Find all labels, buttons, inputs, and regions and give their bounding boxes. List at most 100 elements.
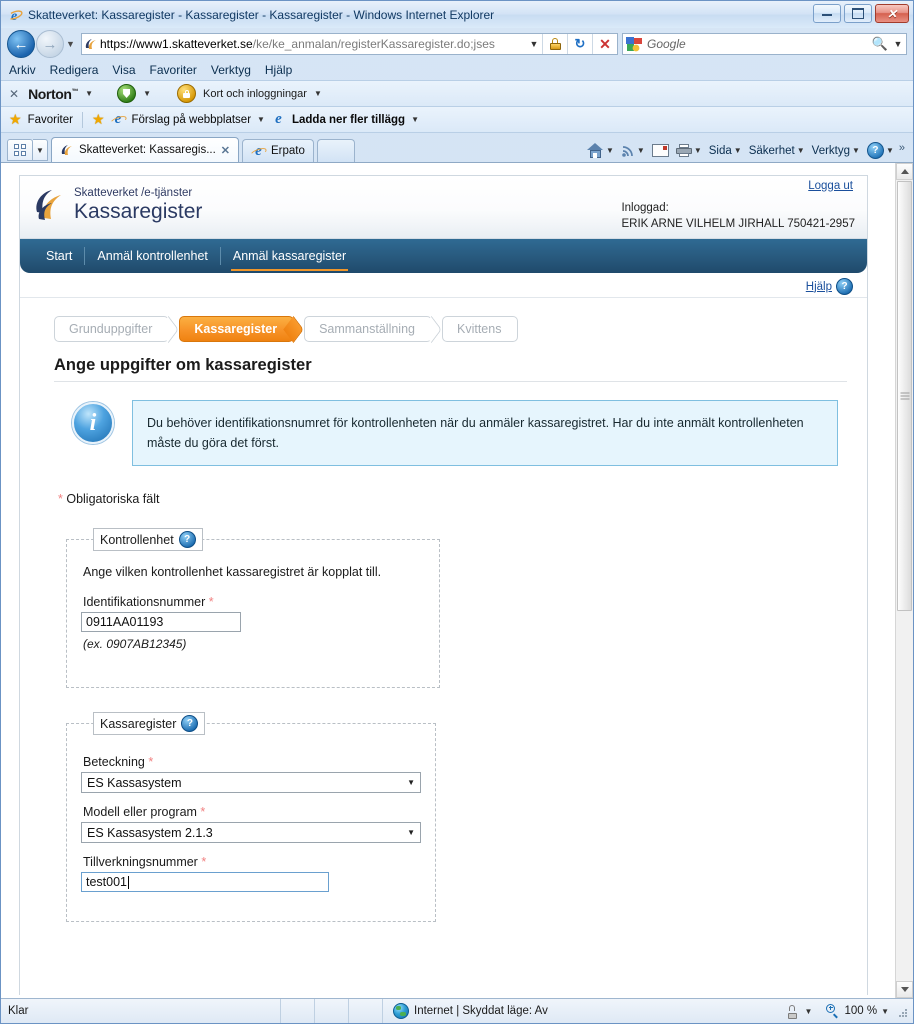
step-grunduppgifter[interactable]: Grunduppgifter (54, 315, 180, 344)
protected-mode-caret[interactable]: ▼ (805, 1007, 813, 1016)
navigation-bar: ← → ▼ https://www1.skatteverket.se/ke/ke… (1, 28, 913, 60)
help-question-icon[interactable]: ? (836, 278, 853, 295)
norton-close-icon[interactable]: ✕ (9, 87, 19, 101)
tab-erpato[interactable]: Erpato (242, 139, 314, 162)
maximize-button[interactable] (844, 4, 872, 23)
menu-item-arkiv[interactable]: Arkiv (9, 63, 36, 77)
tab-skatteverket[interactable]: Skatteverket: Kassaregis... ✕ (51, 137, 240, 162)
step-sammanstallning[interactable]: Sammanställning (304, 315, 442, 344)
ssl-lock-button[interactable] (542, 34, 567, 54)
logged-in-user: ERIK ARNE VILHELM JIRHALL 750421-2957 (621, 218, 855, 230)
logged-in-info: Inloggad: ERIK ARNE VILHELM JIRHALL 7504… (621, 200, 855, 232)
nav-item-anmal-kassaregister[interactable]: Anmäl kassaregister (219, 247, 358, 271)
command-bar: ▼ ▼ ▼ Sida ▼ Säkerhet ▼ Verktyg ▼ ? ▼ » (585, 142, 905, 159)
zoom-icon[interactable] (826, 1004, 840, 1019)
nav-item-anmal-kontrollenhet[interactable]: Anmäl kontrollenhet (84, 247, 219, 265)
read-mail-button[interactable] (650, 144, 671, 157)
protected-mode-icon[interactable] (784, 1004, 801, 1019)
norton-menu-caret[interactable]: ▼ (85, 89, 93, 98)
step-kvittens[interactable]: Kvittens (441, 316, 519, 342)
search-box[interactable]: Google 🔍 ▼ (622, 33, 907, 55)
help-question-icon[interactable]: ? (181, 715, 199, 732)
browser-window: e Skatteverket: Kassaregister - Kassareg… (0, 0, 914, 1024)
zoom-caret[interactable]: ▼ (881, 1007, 889, 1016)
more-addons-caret[interactable]: ▼ (411, 115, 419, 124)
legend-label: Kassaregister (100, 716, 177, 731)
toolbar-overflow-icon[interactable]: » (899, 142, 905, 154)
scroll-down-button[interactable] (896, 981, 913, 998)
search-input[interactable]: Google (647, 37, 870, 51)
recent-pages-dropdown[interactable]: ▼ (64, 39, 77, 49)
tab-list-dropdown[interactable]: ▼ (33, 139, 48, 161)
logout-link[interactable]: Logga ut (808, 180, 853, 192)
step-label: Kassaregister (194, 322, 278, 336)
add-to-favorites-icon[interactable]: ★ (92, 111, 105, 128)
home-button[interactable]: ▼ (585, 143, 616, 158)
modell-label: Modell eller program * (83, 805, 206, 819)
nav-item-start[interactable]: Start (34, 247, 84, 265)
more-addons-label[interactable]: Ladda ner fler tillägg (292, 114, 405, 126)
norton-identity-icon[interactable] (177, 84, 196, 103)
modell-select[interactable]: ES Kassasystem 2.1.3 ▼ (81, 822, 421, 843)
help-link[interactable]: Hjälp (806, 281, 832, 293)
refresh-button[interactable]: ↻ (567, 34, 592, 54)
tools-menu-button[interactable]: Verktyg ▼ (810, 145, 862, 157)
help-caret[interactable]: ▼ (886, 146, 894, 155)
norton-cards-label[interactable]: Kort och inloggningar (203, 88, 307, 100)
menu-item-visa[interactable]: Visa (112, 63, 135, 77)
print-caret[interactable]: ▼ (694, 146, 702, 155)
security-zone[interactable]: Internet | Skyddat läge: Av (383, 1003, 778, 1019)
stop-button[interactable]: ✕ (592, 34, 617, 54)
menu-item-hjalp[interactable]: Hjälp (265, 63, 292, 77)
address-dropdown-caret[interactable]: ▼ (526, 39, 542, 49)
favorites-star-icon[interactable]: ★ (9, 111, 22, 128)
modell-selected-value: ES Kassasystem 2.1.3 (87, 825, 213, 840)
mail-icon (651, 144, 669, 157)
new-tab-button[interactable] (316, 139, 355, 162)
back-button[interactable]: ← (7, 30, 35, 58)
home-caret[interactable]: ▼ (606, 146, 614, 155)
menu-item-redigera[interactable]: Redigera (50, 63, 99, 77)
forward-button[interactable]: → (36, 30, 64, 58)
page-viewport: Skatteverket /e-tjänster Kassaregister I… (1, 162, 913, 998)
address-bar[interactable]: https://www1.skatteverket.se/ke/ke_anmal… (81, 33, 618, 55)
tab-title: Erpato (271, 145, 305, 157)
feeds-button[interactable]: ▼ (619, 144, 647, 158)
menu-item-verktyg[interactable]: Verktyg (211, 63, 251, 77)
minimize-button[interactable] (813, 4, 841, 23)
help-menu-button[interactable]: ? ▼ (865, 142, 896, 159)
close-button[interactable]: ✕ (875, 4, 909, 23)
beteckning-select[interactable]: ES Kassasystem ▼ (81, 772, 421, 793)
modell-group: Modell eller program * ES Kassasystem 2.… (81, 805, 421, 843)
norton-shield-icon[interactable] (117, 84, 137, 103)
stop-icon: ✕ (599, 35, 611, 52)
search-provider-caret[interactable]: ▼ (890, 39, 906, 49)
search-icon[interactable]: 🔍 (870, 36, 890, 52)
tab-close-icon[interactable]: ✕ (221, 144, 230, 157)
menu-item-favoriter[interactable]: Favoriter (150, 63, 197, 77)
favorites-button-label[interactable]: Favoriter (28, 114, 73, 126)
print-button[interactable]: ▼ (674, 144, 704, 157)
page-scrollbar-vertical[interactable] (895, 163, 913, 998)
text-cursor (128, 875, 130, 889)
suggested-sites-caret[interactable]: ▼ (257, 115, 265, 124)
resize-grip-icon[interactable] (895, 1005, 907, 1017)
step-kassaregister[interactable]: Kassaregister (179, 315, 304, 344)
site-header: Skatteverket /e-tjänster Kassaregister I… (20, 176, 867, 239)
page-body: Grunduppgifter Kassaregister Sammanställ… (20, 298, 867, 976)
tab-bar: ▼ Skatteverket: Kassaregis... ✕ Erpato ▼ (1, 132, 913, 162)
safety-menu-button[interactable]: Säkerhet ▼ (747, 145, 807, 157)
required-fields-note: * Obligatoriska fält (58, 492, 847, 506)
scrollbar-thumb[interactable] (897, 181, 912, 611)
quick-tabs-button[interactable] (7, 139, 33, 161)
scroll-up-button[interactable] (896, 163, 913, 180)
norton-cards-caret[interactable]: ▼ (314, 89, 322, 98)
identifikationsnummer-input[interactable]: 0911AA01193 (81, 612, 241, 632)
suggested-sites-label[interactable]: Förslag på webbplatser (132, 114, 252, 126)
page-menu-button[interactable]: Sida ▼ (707, 145, 744, 157)
help-question-icon[interactable]: ? (178, 531, 196, 548)
site-brand: Skatteverket /e-tjänster Kassaregister (34, 186, 202, 224)
feeds-caret[interactable]: ▼ (637, 146, 645, 155)
tillverkningsnummer-input[interactable]: test001 (81, 872, 329, 892)
norton-shield-caret[interactable]: ▼ (143, 89, 151, 98)
